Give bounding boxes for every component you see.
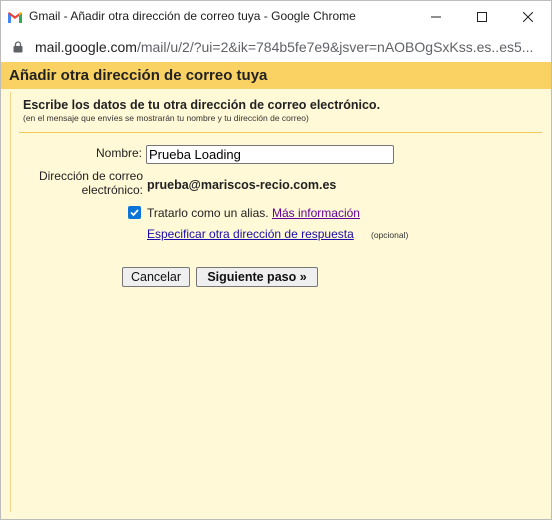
dialog-note: (en el mensaje que envíes se mostrarán t… xyxy=(23,113,309,123)
title-bar: Gmail - Añadir otra dirección de correo … xyxy=(1,1,551,33)
name-input[interactable] xyxy=(146,145,394,164)
minimize-icon[interactable] xyxy=(413,1,459,33)
maximize-icon[interactable] xyxy=(459,1,505,33)
add-address-dialog: Añadir otra dirección de correo tuya Esc… xyxy=(1,62,551,519)
cancel-button[interactable]: Cancelar xyxy=(122,267,190,287)
dialog-header: Añadir otra dirección de correo tuya xyxy=(1,62,551,89)
divider xyxy=(19,132,542,133)
address-bar[interactable]: mail.google.com/mail/u/2/?ui=2&ik=784b5f… xyxy=(1,33,551,61)
alias-option: Tratarlo como un alias. Más información xyxy=(147,206,360,220)
dialog-subtitle: Escribe los datos de tu otra dirección d… xyxy=(23,98,381,112)
gmail-icon xyxy=(8,10,22,23)
window-title: Gmail - Añadir otra dirección de correo … xyxy=(29,9,356,23)
url-text[interactable]: mail.google.com/mail/u/2/?ui=2&ik=784b5f… xyxy=(35,39,533,55)
more-info-link[interactable]: Más información xyxy=(272,206,360,220)
url-path: /mail/u/2/?ui=2&ik=784b5fe7e9&jsver=nAOB… xyxy=(136,39,534,55)
reply-to-link[interactable]: Especificar otra dirección de respuesta xyxy=(147,227,354,241)
url-host: mail.google.com xyxy=(35,39,137,55)
next-step-button[interactable]: Siguiente paso » xyxy=(196,267,318,287)
dialog-title: Añadir otra dirección de correo tuya xyxy=(9,67,268,84)
email-label: Dirección de correo electrónico: xyxy=(21,169,143,197)
close-icon[interactable] xyxy=(505,1,551,33)
email-label-line1: Dirección de correo xyxy=(38,169,143,183)
lock-icon xyxy=(13,40,23,53)
alias-label[interactable]: Tratarlo como un alias. xyxy=(147,206,269,220)
email-value: prueba@mariscos-recio.com.es xyxy=(147,178,337,192)
alias-checkbox[interactable] xyxy=(128,206,141,219)
name-label: Nombre: xyxy=(95,146,142,160)
email-label-line2: electrónico: xyxy=(81,183,143,197)
checkmark-icon xyxy=(130,209,139,217)
browser-window: Gmail - Añadir otra dirección de correo … xyxy=(0,0,552,520)
optional-note: (opcional) xyxy=(371,230,409,240)
